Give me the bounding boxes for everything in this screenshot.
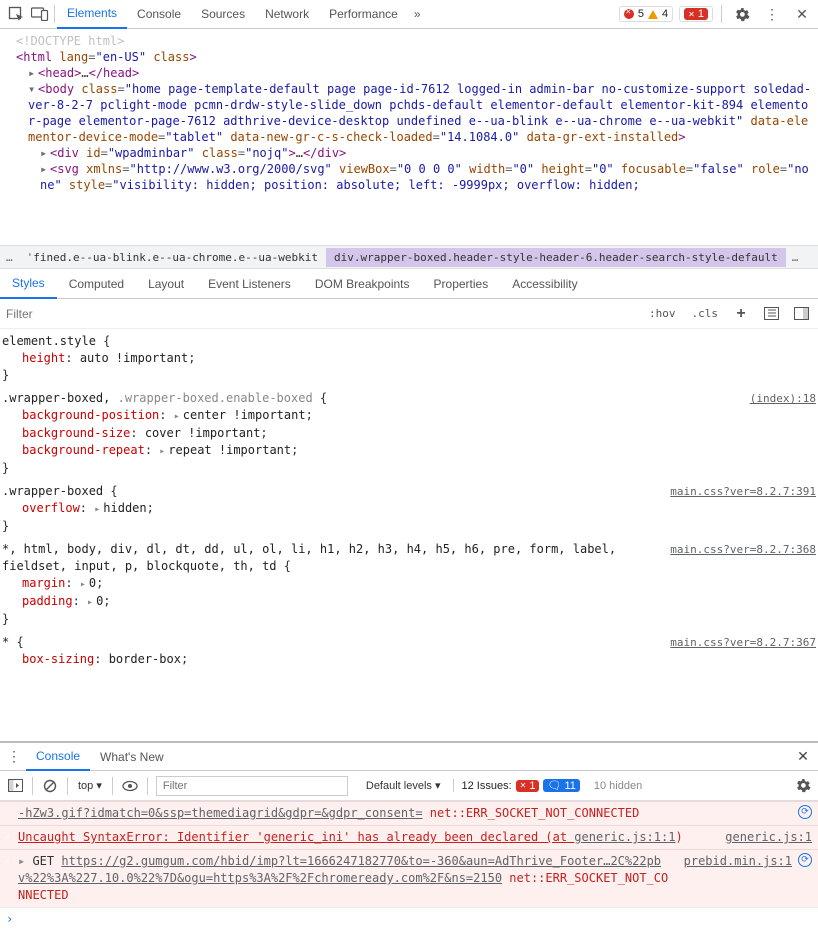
console-prompt[interactable]: › xyxy=(0,907,818,930)
sidebar-tabstrip: Styles Computed Layout Event Listeners D… xyxy=(0,269,818,299)
tab-dom-breakpoints[interactable]: DOM Breakpoints xyxy=(303,269,422,299)
computed-sidebar-icon[interactable] xyxy=(760,303,782,325)
issues-badge[interactable]: ✕1 xyxy=(679,6,713,22)
dom-html-open[interactable]: <html lang="en-US" class> xyxy=(6,49,812,65)
dom-wpadminbar[interactable]: ▸<div id="wpadminbar" class="nojq">…</di… xyxy=(6,145,812,161)
clear-console-icon[interactable] xyxy=(39,775,61,797)
breadcrumb-selected[interactable]: div.wrapper-boxed.header-style-header-6.… xyxy=(326,248,786,267)
tab-console[interactable]: Console xyxy=(127,0,191,29)
tab-styles[interactable]: Styles xyxy=(0,269,57,299)
dom-tree-panel[interactable]: <!DOCTYPE html> <html lang="en-US" class… xyxy=(0,29,818,245)
hidden-messages-label[interactable]: 10 hidden xyxy=(594,780,642,792)
dom-head[interactable]: ▸<head>…</head> xyxy=(6,65,812,81)
refresh-icon[interactable]: ⟳ xyxy=(798,805,812,819)
rule-source-link[interactable]: (index):18 xyxy=(750,390,816,407)
tab-sources[interactable]: Sources xyxy=(191,0,255,29)
rule-source-link[interactable]: main.css?ver=8.2.7:368 xyxy=(670,541,816,575)
rule-source-link[interactable]: main.css?ver=8.2.7:391 xyxy=(670,483,816,500)
kebab-menu-icon[interactable]: ⋮ xyxy=(760,2,784,26)
breadcrumb-item[interactable]: ˈfined.e--ua-blink.e--ua-chrome.e--ua-we… xyxy=(19,248,326,267)
tab-properties[interactable]: Properties xyxy=(422,269,501,299)
toggle-sidebar-icon[interactable] xyxy=(790,303,812,325)
styles-pane[interactable]: element.style {height: auto !important;}… xyxy=(0,329,818,741)
message-source-link[interactable]: prebid.min.js:1 xyxy=(684,853,792,870)
console-filter-input[interactable] xyxy=(156,776,348,796)
toggle-hov-button[interactable]: :hov xyxy=(645,305,680,322)
tab-elements[interactable]: Elements xyxy=(57,0,127,29)
drawer-tab-whatsnew[interactable]: What's New xyxy=(90,743,174,771)
log-levels-select[interactable]: Default levels ▾ xyxy=(362,777,445,794)
dom-body[interactable]: ▾<body class="home page-template-default… xyxy=(6,81,812,145)
drawer-close-icon[interactable]: ✕ xyxy=(790,748,816,765)
message-source-link[interactable]: generic.js:1 xyxy=(725,829,812,846)
more-tabs-chevrons[interactable]: » xyxy=(408,0,427,29)
dom-doctype[interactable]: <!DOCTYPE html> xyxy=(6,33,812,49)
console-toolbar: top ▾ Default levels ▾ 12 Issues: ✕1 🗨 1… xyxy=(0,771,818,801)
issues-counter[interactable]: 12 Issues: ✕1 🗨 11 xyxy=(453,779,580,792)
refresh-icon[interactable]: ⟳ xyxy=(798,853,812,867)
tab-computed[interactable]: Computed xyxy=(57,269,136,299)
console-errors-badge[interactable]: 5 4 xyxy=(619,6,673,22)
panel-tabstrip: Elements Console Sources Network Perform… xyxy=(57,0,427,29)
device-toggle-icon[interactable] xyxy=(28,2,52,26)
console-sidebar-toggle-icon[interactable] xyxy=(4,775,26,797)
styles-filter-input[interactable] xyxy=(6,299,645,328)
tab-event-listeners[interactable]: Event Listeners xyxy=(196,269,303,299)
devtools-toolbar: Elements Console Sources Network Perform… xyxy=(0,0,818,29)
rule-source-link[interactable]: main.css?ver=8.2.7:367 xyxy=(670,634,816,651)
inspect-element-icon[interactable] xyxy=(4,2,28,26)
tab-network[interactable]: Network xyxy=(255,0,319,29)
new-style-rule-icon[interactable]: + xyxy=(730,303,752,325)
tab-accessibility[interactable]: Accessibility xyxy=(500,269,589,299)
console-context-select[interactable]: top ▾ xyxy=(74,777,106,794)
console-settings-gear-icon[interactable] xyxy=(792,775,814,797)
toggle-cls-button[interactable]: .cls xyxy=(688,305,723,322)
dom-svg[interactable]: ▸<svg xmlns="http://www.w3.org/2000/svg"… xyxy=(6,161,812,193)
dom-breadcrumb[interactable]: … ˈfined.e--ua-blink.e--ua-chrome.e--ua-… xyxy=(0,245,818,269)
breadcrumb-ellipsis-left[interactable]: … xyxy=(0,251,19,264)
styles-filter-row: :hov .cls + xyxy=(0,299,818,329)
drawer: ⋮ Console What's New ✕ top ▾ Default lev… xyxy=(0,741,818,930)
drawer-kebab-icon[interactable]: ⋮ xyxy=(2,745,26,769)
live-expression-icon[interactable] xyxy=(119,775,141,797)
console-messages[interactable]: -hZw3.gif?idmatch=0&ssp=themediagrid&gdp… xyxy=(0,801,818,907)
tab-performance[interactable]: Performance xyxy=(319,0,408,29)
settings-gear-icon[interactable] xyxy=(730,2,754,26)
breadcrumb-ellipsis-right[interactable]: … xyxy=(786,251,805,264)
close-devtools-icon[interactable]: ✕ xyxy=(790,2,814,26)
tab-layout[interactable]: Layout xyxy=(136,269,196,299)
drawer-tab-console[interactable]: Console xyxy=(26,743,90,771)
